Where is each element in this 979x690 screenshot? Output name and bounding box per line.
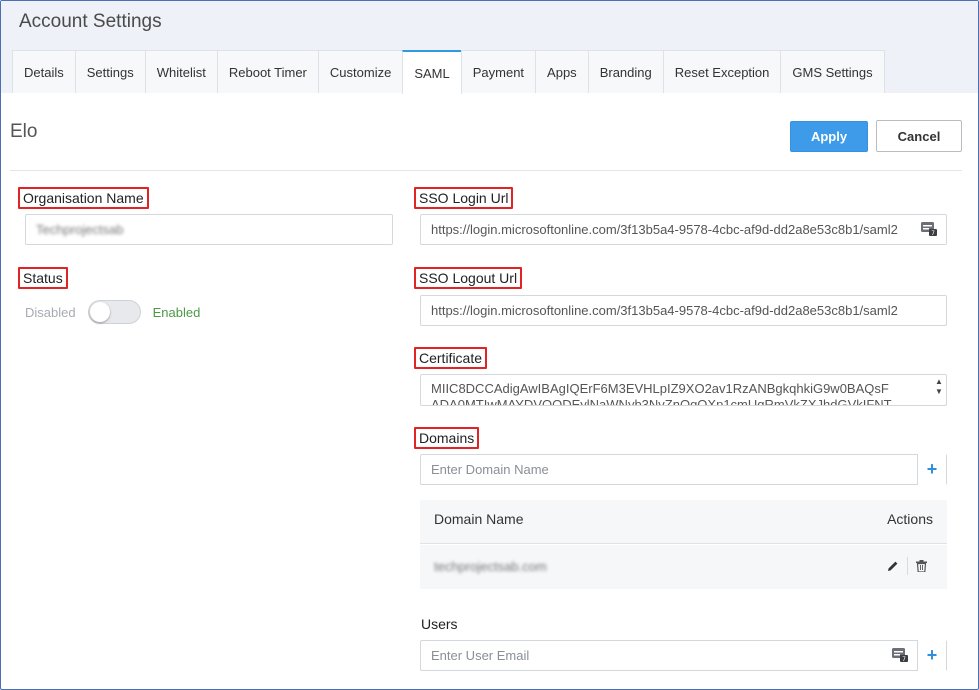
- add-domain-button[interactable]: +: [917, 454, 946, 485]
- edit-pencil-icon[interactable]: [887, 560, 899, 572]
- tab-gms-settings[interactable]: GMS Settings: [780, 50, 885, 93]
- sso-logout-url-value: https://login.microsoftonline.com/3f13b5…: [431, 303, 898, 318]
- organisation-name-value: Techprojectsab: [36, 222, 124, 237]
- certificate-label: Certificate: [414, 347, 488, 369]
- table-row: techprojectsab.com: [420, 545, 947, 589]
- sso-logout-url-input[interactable]: https://login.microsoftonline.com/3f13b5…: [420, 295, 947, 326]
- cancel-button[interactable]: Cancel: [876, 120, 962, 152]
- header-divider: [10, 170, 962, 171]
- plus-icon: +: [926, 645, 938, 665]
- status-enabled-label: Enabled: [152, 304, 201, 320]
- actions-column-header: Actions: [887, 511, 933, 527]
- sso-login-url-label: SSO Login Url: [414, 187, 514, 209]
- tab-bar: Details Settings Whitelist Reboot Timer …: [12, 50, 885, 94]
- tab-payment[interactable]: Payment: [460, 50, 537, 93]
- tab-apps[interactable]: Apps: [535, 50, 589, 93]
- user-email-input[interactable]: Enter User Email: [420, 640, 947, 671]
- domains-label: Domains: [414, 427, 480, 449]
- plus-icon: +: [926, 459, 938, 479]
- page-title: Account Settings: [19, 11, 162, 32]
- toggle-knob: [89, 302, 110, 322]
- domain-name-placeholder: Enter Domain Name: [431, 462, 549, 477]
- sso-login-url-input[interactable]: https://login.microsoftonline.com/3f13b5…: [420, 214, 947, 245]
- organisation-name-label: Organisation Name: [18, 187, 149, 209]
- password-manager-icon[interactable]: 7: [892, 648, 908, 662]
- tab-reset-exception[interactable]: Reset Exception: [662, 50, 782, 93]
- organisation-name-input[interactable]: Techprojectsab: [25, 214, 393, 245]
- status-toggle-row: Disabled Enabled: [25, 300, 200, 324]
- apply-button[interactable]: Apply: [790, 121, 868, 152]
- row-actions: [887, 557, 927, 575]
- password-manager-icon[interactable]: 7: [921, 222, 937, 236]
- certificate-line-2: ADA0MTIwMAYDVQQDEylNaWNyb3NvZnQgQXp1cmUg…: [431, 397, 892, 406]
- tab-customize[interactable]: Customize: [317, 50, 404, 93]
- action-separator: [907, 557, 908, 575]
- user-email-placeholder: Enter User Email: [431, 648, 530, 663]
- domain-table-header: Domain Name Actions: [420, 500, 947, 544]
- add-user-button[interactable]: +: [917, 640, 946, 671]
- tab-saml[interactable]: SAML: [402, 50, 462, 94]
- tab-reboot-timer[interactable]: Reboot Timer: [216, 50, 319, 93]
- domain-name-input[interactable]: Enter Domain Name: [420, 454, 947, 485]
- users-label: Users: [421, 616, 458, 632]
- tab-whitelist[interactable]: Whitelist: [144, 50, 218, 93]
- status-toggle[interactable]: [87, 300, 141, 324]
- certificate-line-1: MIIC8DCCAdigAwIBAgIQErF6M3EVHLpIZ9XO2av1…: [431, 381, 889, 396]
- organisation-heading: Elo: [10, 121, 38, 142]
- tab-settings[interactable]: Settings: [74, 50, 146, 93]
- certificate-textarea[interactable]: MIIC8DCCAdigAwIBAgIQErF6M3EVHLpIZ9XO2av1…: [420, 374, 947, 406]
- status-label: Status: [18, 267, 68, 289]
- status-disabled-label: Disabled: [25, 304, 76, 320]
- sso-logout-url-label: SSO Logout Url: [414, 267, 523, 289]
- textarea-scroll-arrows[interactable]: ▲ ▼: [934, 377, 944, 397]
- domain-name-cell: techprojectsab.com: [434, 559, 547, 574]
- tab-details[interactable]: Details: [12, 50, 76, 93]
- tab-branding[interactable]: Branding: [587, 50, 664, 93]
- svg-text:7: 7: [931, 230, 935, 236]
- domain-name-column-header: Domain Name: [434, 511, 524, 527]
- sso-login-url-value: https://login.microsoftonline.com/3f13b5…: [431, 222, 898, 237]
- svg-text:7: 7: [902, 656, 906, 662]
- trash-icon[interactable]: [916, 560, 927, 572]
